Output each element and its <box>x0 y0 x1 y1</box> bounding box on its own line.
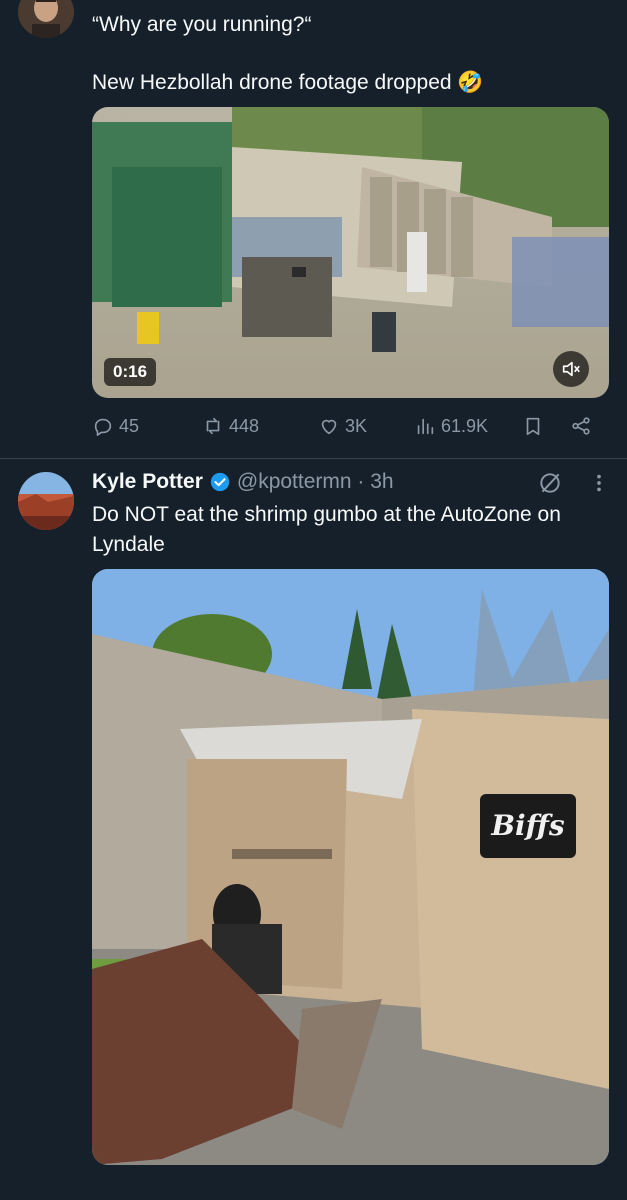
tweet-text-quote: “Why are you running?“ <box>92 13 312 36</box>
repost-count: 448 <box>229 415 260 436</box>
heart-icon <box>321 419 337 435</box>
view-count: 61.9K <box>441 415 489 436</box>
tweet-video[interactable] <box>92 107 609 398</box>
avatar[interactable] <box>18 0 74 38</box>
divider <box>0 458 627 459</box>
grok-icon <box>540 473 560 493</box>
views-button[interactable]: 61.9K <box>414 411 488 441</box>
tweet-image[interactable]: Biffs <box>92 569 609 1165</box>
bookmark-icon <box>526 417 540 436</box>
share-button[interactable] <box>570 411 592 441</box>
more-icon <box>597 474 601 492</box>
share-icon <box>572 417 590 435</box>
tweet-author: Kyle Potter @kpottermn · 3h <box>92 466 394 498</box>
verified-badge-icon <box>210 472 230 492</box>
reply-count: 45 <box>119 415 140 436</box>
mute-button[interactable] <box>553 351 589 387</box>
tweet-text: Do NOT eat the shrimp gumbo at the AutoZ… <box>92 503 561 556</box>
video-duration: 0:16 <box>104 358 157 386</box>
repost-icon <box>206 417 220 435</box>
reply-button[interactable]: 45 <box>92 411 139 441</box>
volume-muted-icon <box>562 361 580 377</box>
reply-icon <box>94 418 112 436</box>
analytics-icon <box>417 418 434 435</box>
grok-button[interactable] <box>535 468 565 498</box>
bookmark-button[interactable] <box>522 411 544 441</box>
repost-button[interactable]: 448 <box>202 411 259 441</box>
tweet-actions: 45 448 3K 61.9K <box>92 411 609 441</box>
author-name[interactable]: Kyle Potter <box>92 470 203 494</box>
like-button[interactable]: 3K <box>318 411 367 441</box>
tweet-text: New Hezbollah drone footage dropped 🤣 <box>92 71 484 94</box>
image-logo-text: Biffs <box>490 809 564 842</box>
avatar[interactable] <box>18 472 74 530</box>
author-handle[interactable]: @kpottermn · 3h <box>237 470 394 494</box>
like-count: 3K <box>345 415 368 436</box>
more-button[interactable] <box>584 468 614 498</box>
